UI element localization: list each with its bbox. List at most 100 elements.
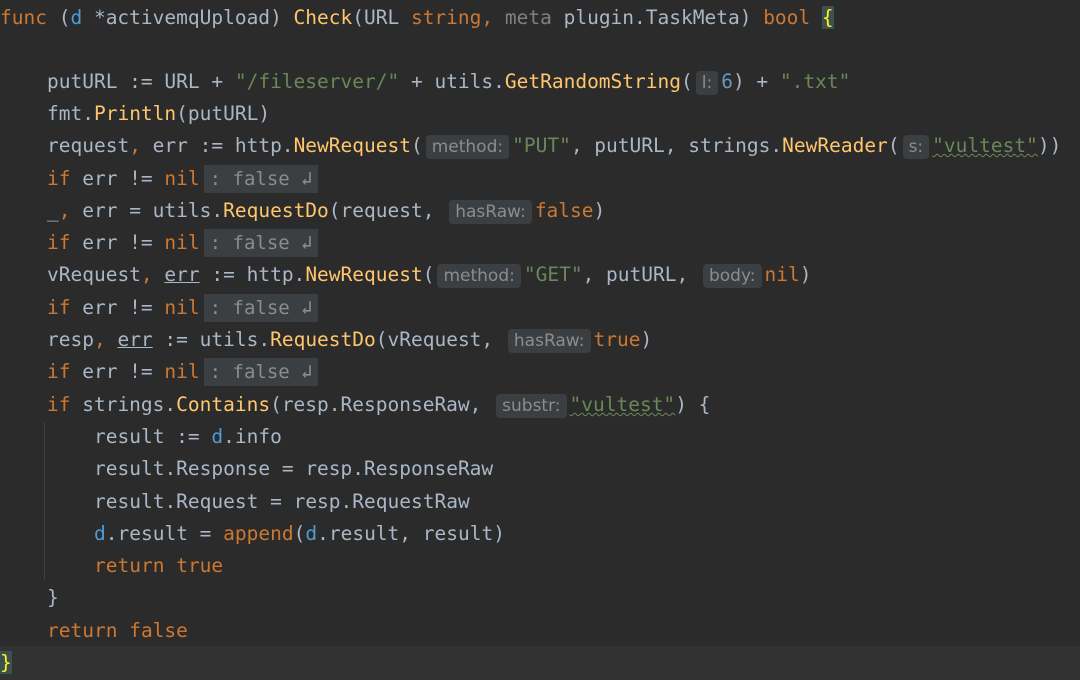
keyword: nil xyxy=(764,263,800,286)
builtin-function: append xyxy=(223,522,294,545)
code-text: ) xyxy=(799,263,812,286)
code-line-10[interactable]: resp, err := utils.RequestDo(vRequest, h… xyxy=(0,324,1080,356)
code-line-18[interactable]: } xyxy=(0,582,1080,614)
code-editor[interactable]: func (d *activemqUpload) Check(URL strin… xyxy=(0,0,1080,680)
code-text: ) + xyxy=(732,70,780,93)
function-name: RequestDo xyxy=(223,199,329,222)
brace-highlight: } xyxy=(0,651,12,674)
code-text: putURL := URL + xyxy=(47,70,235,93)
code-text: fmt. xyxy=(47,102,94,125)
code-text: err != xyxy=(70,296,165,319)
code-text: ) xyxy=(270,6,294,29)
function-name: Println xyxy=(93,102,177,125)
code-line-8[interactable]: vRequest, err := http.NewRequest(method:… xyxy=(0,259,1080,291)
code-text: ( xyxy=(410,134,423,157)
code-text: ) { xyxy=(675,393,711,416)
code-text: err != xyxy=(70,167,165,190)
code-text: := utils. xyxy=(152,328,271,351)
code-line-9[interactable]: if err != nil: false ↲ xyxy=(0,292,1080,324)
string-literal: ".txt" xyxy=(779,70,851,93)
keyword: if xyxy=(47,360,71,383)
keyword: if xyxy=(47,231,71,254)
string-literal: "/fileserver/" xyxy=(234,70,400,93)
fold-hint[interactable]: : false ↲ xyxy=(203,294,318,322)
code-line-2[interactable]: putURL := URL + "/fileserver/" + utils.G… xyxy=(0,66,1080,98)
code-line-7[interactable]: if err != nil: false ↲ xyxy=(0,227,1080,259)
code-text: , xyxy=(58,199,83,222)
code-text: .result, result) xyxy=(317,522,505,545)
code-text: (resp.ResponseRaw, xyxy=(270,393,494,416)
function-name: NewRequest xyxy=(293,134,411,157)
code-text: result.Request = resp.RequestRaw xyxy=(94,490,470,513)
param-hint: method: xyxy=(437,264,521,288)
variable: err xyxy=(117,328,153,351)
keyword: if xyxy=(47,393,71,416)
code-line-4[interactable]: request, err := http.NewRequest(method: "… xyxy=(0,130,1080,162)
code-text: result := xyxy=(94,425,212,448)
code-text: + utils. xyxy=(399,70,505,93)
code-line-13[interactable]: result := d.info xyxy=(0,421,1080,453)
code-text: (putURL) xyxy=(176,102,271,125)
code-text: err != xyxy=(70,231,165,254)
code-line-12[interactable]: if strings.Contains(resp.ResponseRaw, su… xyxy=(0,389,1080,421)
keyword: nil xyxy=(164,296,200,319)
param-hint: substr: xyxy=(496,394,567,418)
code-line-1[interactable]: func (d *activemqUpload) Check(URL strin… xyxy=(0,2,1080,34)
code-line-20[interactable]: } xyxy=(0,646,1080,680)
code-line-14[interactable]: result.Response = resp.ResponseRaw xyxy=(0,453,1080,485)
function-name: GetRandomString xyxy=(504,70,681,93)
code-line-5[interactable]: if err != nil: false ↲ xyxy=(0,163,1080,195)
code-text: (URL xyxy=(352,6,411,29)
param-hint: method: xyxy=(425,135,510,159)
code-text: err = utils. xyxy=(82,199,224,222)
string-literal: "GET" xyxy=(523,263,583,286)
keyword: false xyxy=(534,199,594,222)
fold-hint[interactable]: : false ↲ xyxy=(203,358,318,386)
code-text: request xyxy=(47,134,130,157)
keyword: func xyxy=(0,6,47,29)
code-text: := http. xyxy=(199,263,306,286)
code-line-19[interactable]: return false xyxy=(0,615,1080,647)
type-name: activemqUpload xyxy=(105,6,271,29)
param-hint: l: xyxy=(695,71,719,95)
brace-highlight: { xyxy=(821,6,834,29)
code-text: ) xyxy=(593,199,606,222)
code-line-15[interactable]: result.Request = resp.RequestRaw xyxy=(0,486,1080,518)
code-text: } xyxy=(47,586,59,609)
code-line-16[interactable]: d.result = append(d.result, result) xyxy=(0,518,1080,550)
code-line-17[interactable]: return true xyxy=(0,550,1080,582)
function-name: NewRequest xyxy=(305,263,423,286)
keyword: true xyxy=(176,554,224,577)
keyword: if xyxy=(47,296,71,319)
code-text: * xyxy=(82,6,106,29)
receiver: d xyxy=(305,522,318,545)
keyword: false xyxy=(129,619,188,642)
function-name: RequestDo xyxy=(270,328,376,351)
code-text: err := http. xyxy=(152,134,294,157)
keyword: if xyxy=(47,167,71,190)
keyword: return xyxy=(47,619,118,642)
receiver: d xyxy=(211,425,224,448)
function-name: Check xyxy=(293,6,353,29)
code-line-3[interactable]: fmt.Println(putURL) xyxy=(0,98,1080,130)
keyword: nil xyxy=(164,167,200,190)
code-text: ( xyxy=(293,522,306,545)
param-hint: s: xyxy=(902,135,930,159)
code-text: vRequest xyxy=(47,263,141,286)
function-name: NewReader xyxy=(782,134,888,157)
code-text: resp xyxy=(47,328,94,351)
code-text: strings. xyxy=(70,393,177,416)
code-line-11[interactable]: if err != nil: false ↲ xyxy=(0,356,1080,388)
fold-hint[interactable]: : false ↲ xyxy=(203,229,318,257)
code-text: )) xyxy=(1037,134,1062,157)
code-text: , xyxy=(140,263,165,286)
code-line-6[interactable]: _, err = utils.RequestDo(request, hasRaw… xyxy=(0,195,1080,227)
fold-hint[interactable]: : false ↲ xyxy=(203,165,318,193)
code-text: , putURL, xyxy=(582,263,700,286)
code-text: , xyxy=(129,134,153,157)
code-text: ( xyxy=(46,6,71,29)
code-text: ( xyxy=(422,263,435,286)
code-text: .result = xyxy=(105,522,224,545)
type-keyword: bool xyxy=(763,6,811,29)
